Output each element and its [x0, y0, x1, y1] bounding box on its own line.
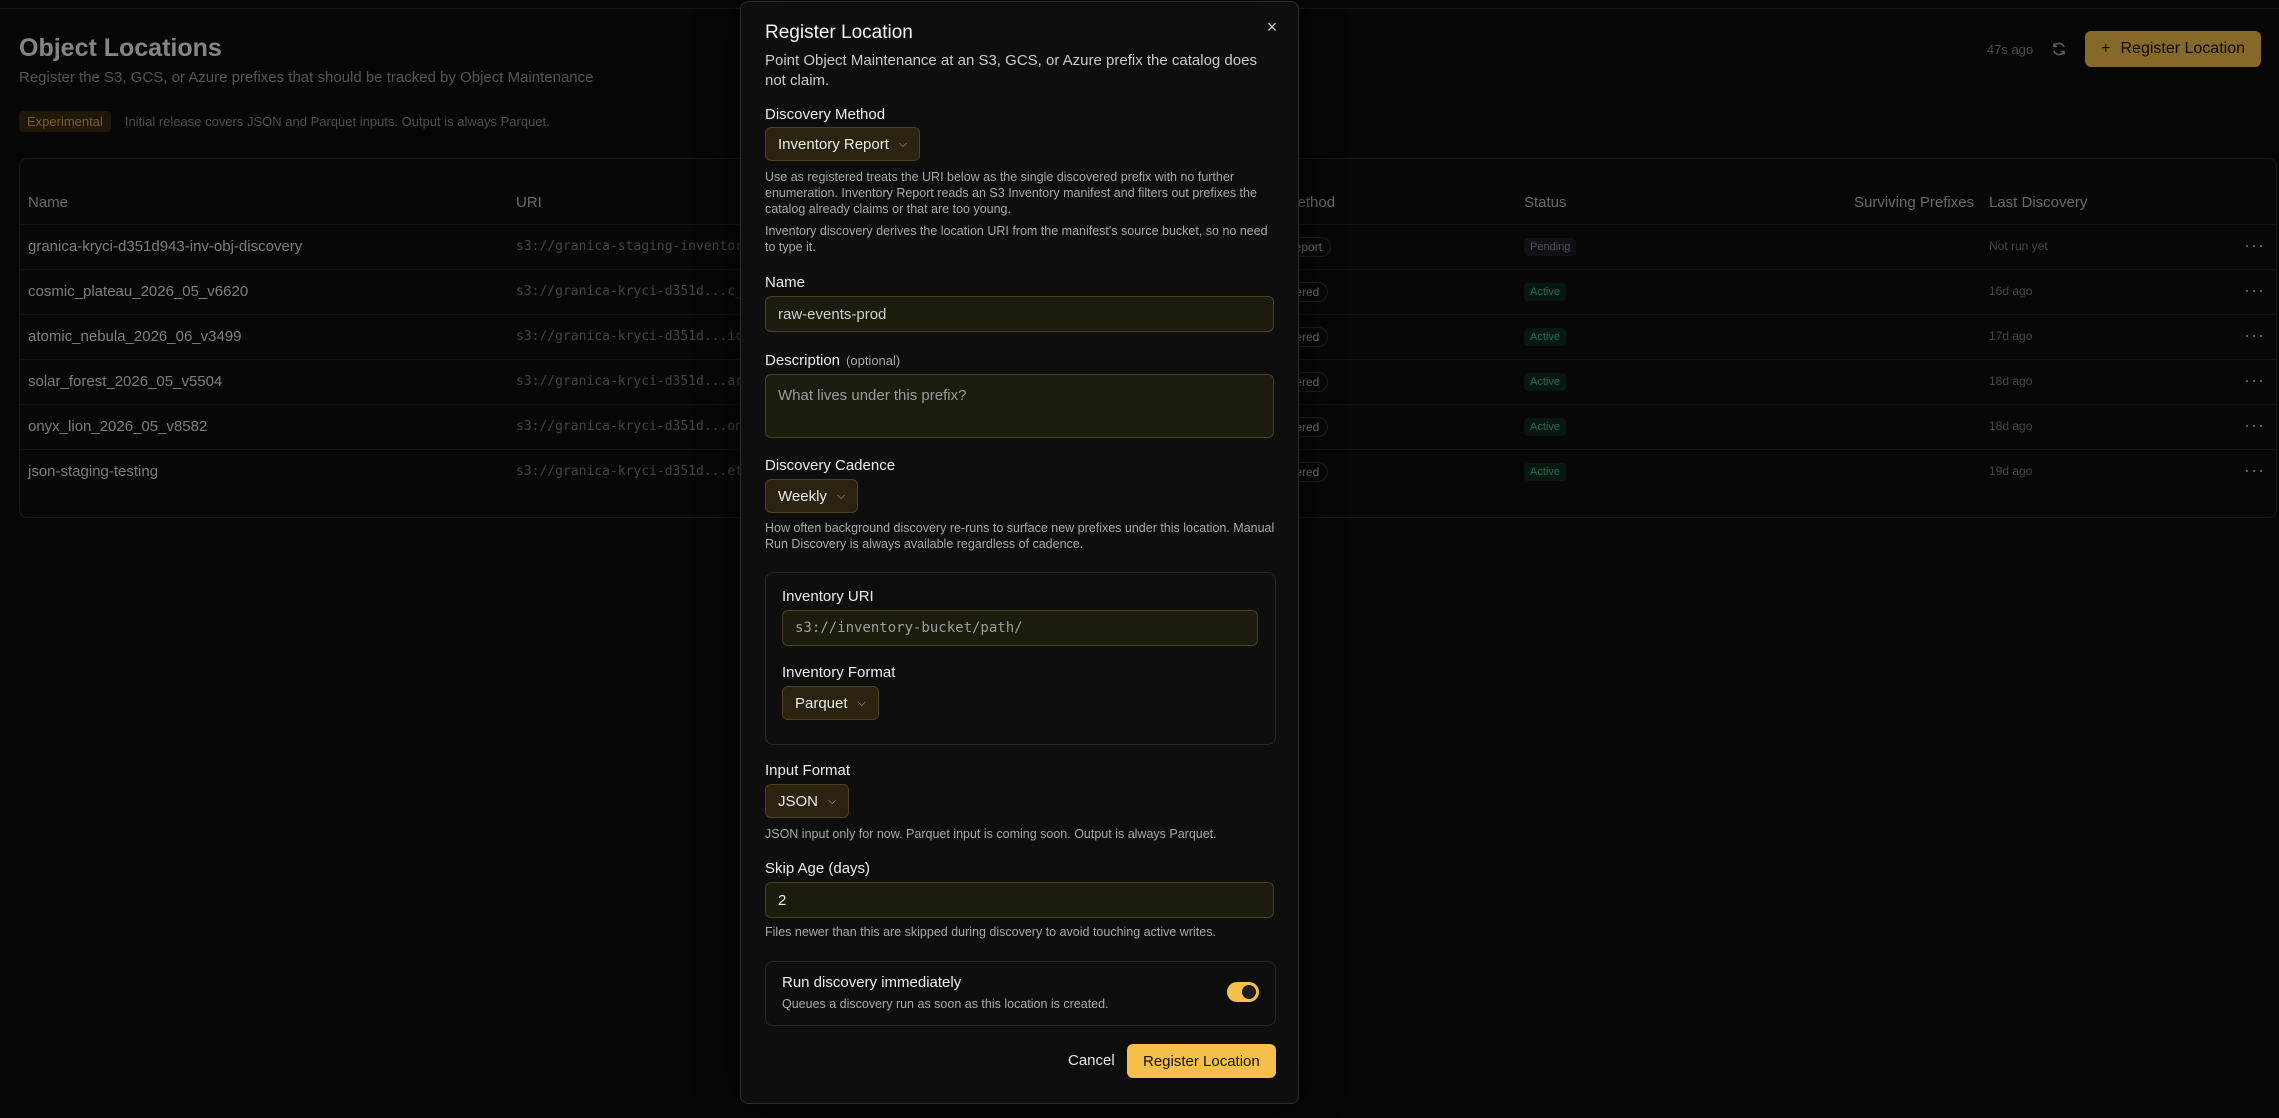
- discovery-method-value: Inventory Report: [778, 135, 889, 153]
- skip-age-input[interactable]: 2: [765, 882, 1274, 918]
- discovery-cadence-value: Weekly: [778, 487, 827, 505]
- description-label-text: Description: [765, 352, 841, 369]
- input-format-label: Input Format: [765, 762, 851, 779]
- name-input[interactable]: raw-events-prod: [765, 296, 1274, 332]
- discovery-cadence-label: Discovery Cadence: [765, 457, 896, 474]
- toggle-knob: [1242, 985, 1256, 999]
- register-location-dialog: Register Location × Point Object Mainten…: [740, 1, 1299, 1104]
- input-format-value: JSON: [778, 792, 819, 810]
- inventory-discovery-help: Inventory discovery derives the location…: [765, 224, 1268, 254]
- discovery-method-help: Use as registered treats the URI below a…: [765, 170, 1257, 216]
- description-label: Description (optional): [765, 352, 900, 369]
- chevron-down-icon: ⌵: [836, 489, 846, 502]
- run-immediately-toggle[interactable]: [1227, 982, 1259, 1002]
- inventory-settings-box: Inventory URI s3://inventory-bucket/path…: [765, 572, 1276, 745]
- dialog-title: Register Location: [765, 22, 913, 43]
- discovery-method-select[interactable]: Inventory Report ⌵: [765, 127, 921, 161]
- discovery-cadence-select[interactable]: Weekly ⌵: [765, 479, 859, 513]
- chevron-down-icon: ⌵: [828, 794, 837, 807]
- inventory-format-select[interactable]: Parquet ⌵: [782, 686, 879, 720]
- close-icon[interactable]: ×: [1262, 17, 1282, 37]
- run-immediately-card: Run discovery immediately Queues a disco…: [765, 961, 1276, 1026]
- run-immediately-label: Run discovery immediately: [782, 974, 962, 991]
- object-locations-page: Object Locations Register the S3, GCS, o…: [0, 0, 2279, 1118]
- discovery-cadence-help: How often background discovery re-runs t…: [765, 521, 1275, 551]
- skip-age-label: Skip Age (days): [765, 860, 871, 877]
- run-immediately-help: Queues a discovery run as soon as this l…: [782, 997, 1109, 1011]
- optional-hint: (optional): [846, 353, 901, 368]
- chevron-down-icon: ⌵: [898, 137, 908, 150]
- submit-register-location-button[interactable]: Register Location: [1127, 1044, 1276, 1078]
- input-format-select[interactable]: JSON ⌵: [765, 784, 850, 818]
- input-format-help: JSON input only for now. Parquet input i…: [765, 827, 1217, 841]
- name-label: Name: [765, 274, 806, 291]
- cancel-button[interactable]: Cancel: [1058, 1044, 1125, 1077]
- dialog-description: Point Object Maintenance at an S3, GCS, …: [765, 52, 1257, 89]
- chevron-down-icon: ⌵: [857, 696, 866, 709]
- inventory-format-label: Inventory Format: [782, 664, 896, 681]
- inventory-uri-label: Inventory URI: [782, 588, 874, 605]
- discovery-method-label: Discovery Method: [765, 106, 886, 123]
- skip-age-help: Files newer than this are skipped during…: [765, 925, 1216, 939]
- description-textarea[interactable]: What lives under this prefix?: [765, 374, 1274, 438]
- inventory-format-value: Parquet: [795, 694, 848, 712]
- inventory-uri-input[interactable]: s3://inventory-bucket/path/: [782, 610, 1258, 646]
